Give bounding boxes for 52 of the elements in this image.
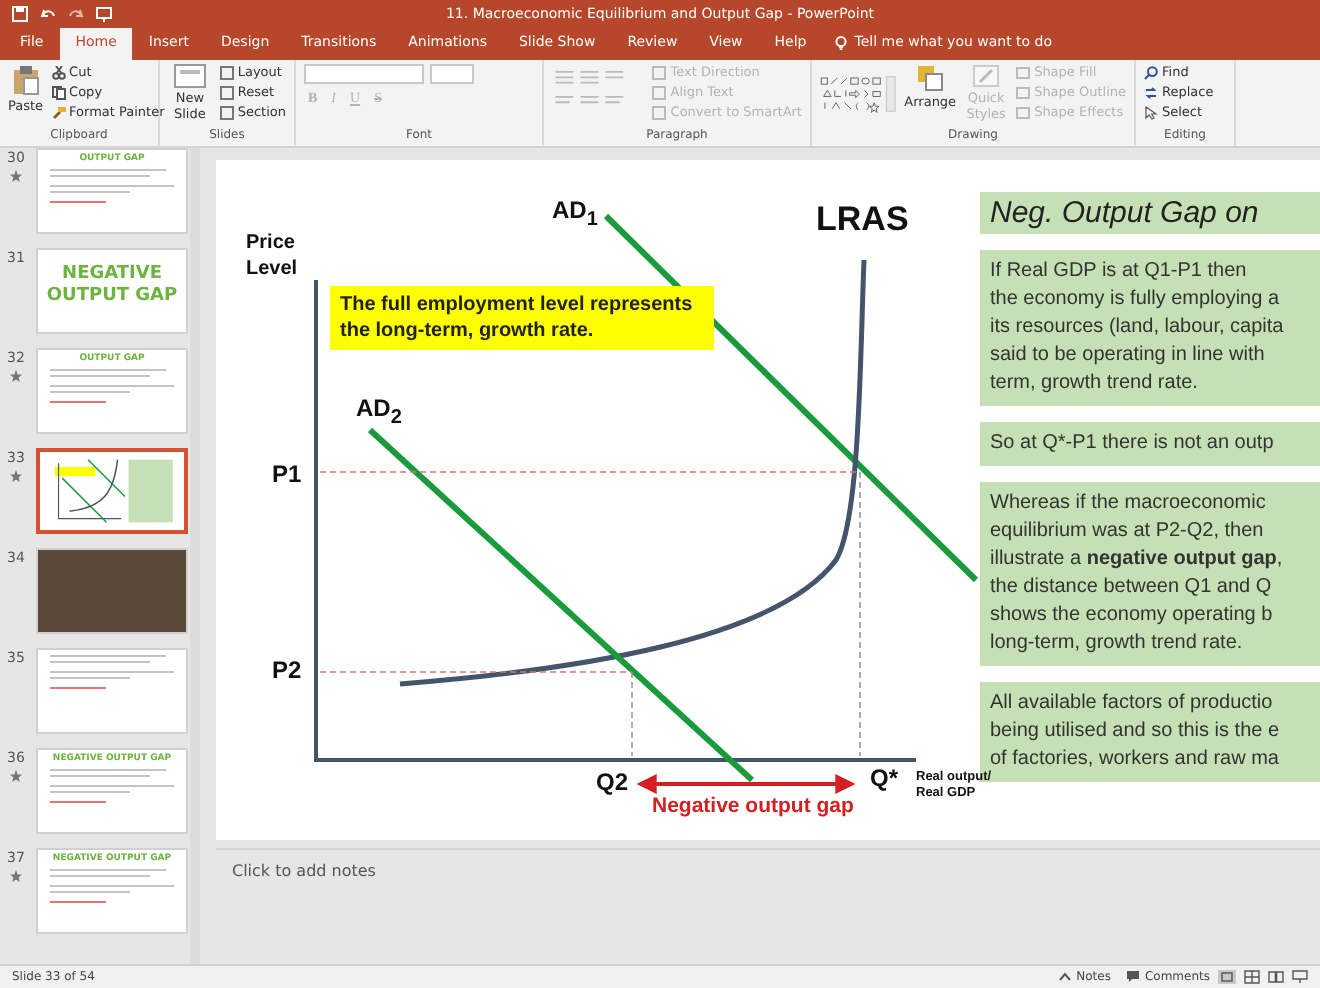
text-lines-drawing [50, 368, 174, 404]
copy-icon [51, 85, 66, 99]
paintbrush-icon [51, 105, 66, 119]
body-text: All available factors of productio [990, 690, 1275, 718]
font-size-field[interactable] [430, 64, 474, 84]
gap-label: Negative output gap [652, 794, 854, 818]
body-text: equilibrium was at P2-Q2, then [990, 518, 1266, 546]
body-text: being utilised and so this is the e [990, 718, 1282, 746]
replace-icon [1144, 85, 1158, 99]
body-text: So at Q*-P1 there is not an outp [990, 430, 1276, 458]
chart-label: AD$_{2}$ [356, 394, 402, 429]
comment-icon [1126, 970, 1141, 984]
chart-label: AD$_{1}$ [552, 196, 598, 231]
photo-placeholder[interactable] [36, 548, 188, 634]
text-lines-drawing [50, 868, 174, 904]
body-text: Whereas if the macroeconomic [990, 490, 1268, 518]
body-text: If Real GDP is at Q1-P1 then [990, 258, 1249, 286]
chart-label: P2 [272, 656, 302, 684]
redo-icon[interactable] [68, 6, 84, 22]
lightbulb-icon [834, 36, 849, 50]
body-text: of factories, workers and raw ma [990, 746, 1281, 770]
cursor-icon [1144, 105, 1158, 119]
body-text: the distance between Q1 and Q [990, 574, 1274, 602]
body-text: term, growth trend rate. [990, 370, 1200, 398]
body-text: said to be operating in line with [990, 342, 1267, 370]
normal-view-icon[interactable] [1218, 970, 1236, 984]
slide-heading: Neg. Output Gap on [980, 192, 1320, 234]
caret-icon [1058, 970, 1073, 984]
font-name-field[interactable] [304, 64, 424, 84]
callout-note: The full employment level represents the long-term, growth rate. [330, 286, 714, 350]
scissors-icon [51, 65, 66, 79]
slideshow-icon[interactable] [1292, 970, 1308, 984]
search-icon [1144, 65, 1158, 79]
presentation-icon[interactable] [96, 6, 112, 22]
body-text: long-term, growth trend rate. [990, 630, 1245, 658]
body-text: the economy is fully employing a [990, 286, 1282, 314]
body-text: shows the economy operating b [990, 602, 1275, 630]
text-lines-drawing [50, 168, 174, 204]
chart-label: Q2 [596, 768, 629, 796]
chart-label: P1 [272, 460, 302, 488]
grid-view-icon[interactable] [1244, 970, 1260, 984]
body-text: illustrate a negative output gap, [990, 546, 1285, 574]
thumbnail-title: NEGATIVE OUTPUT GAP [44, 264, 180, 308]
text-lines-drawing [50, 768, 174, 804]
reading-view-icon[interactable] [1268, 970, 1284, 984]
axis-label: Price Level [246, 230, 300, 282]
save-icon[interactable] [12, 6, 28, 22]
undo-icon[interactable] [40, 6, 56, 22]
body-text: its resources (land, labour, capita [990, 314, 1286, 342]
chart-label: Q* [870, 764, 899, 792]
slide-thumbnail[interactable] [36, 448, 188, 534]
text-lines-drawing [50, 654, 174, 690]
